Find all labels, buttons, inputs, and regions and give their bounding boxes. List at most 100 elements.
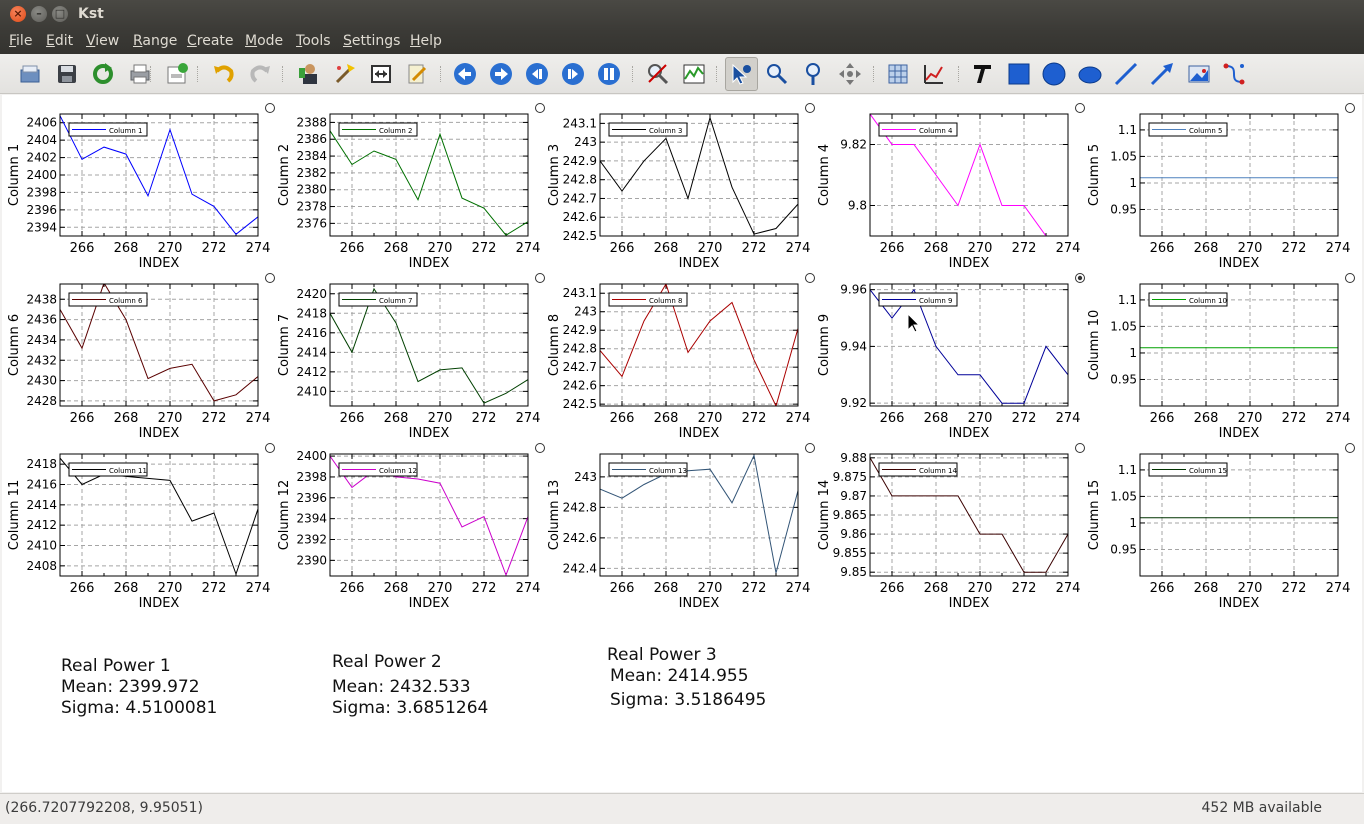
plot-9[interactable]: 266 268 270 272 274 9.92 9.94 9.96 INDEX Column 9… bbox=[817, 273, 1085, 442]
menu-help[interactable]: Help bbox=[410, 33, 442, 49]
plot-7[interactable]: 266 268 270 272 274 2410 2412 2414 2416 2418 2420 I… bbox=[277, 273, 545, 442]
plot-canvas[interactable]: 266 268 270 272 274 2394 2396 2398 2400 2402 2404 2… bbox=[2, 95, 1362, 792]
picture-icon[interactable] bbox=[1187, 62, 1211, 86]
plot-4[interactable]: 266 268 270 272 274 9.8 9.82 INDEX Column 4 Colum… bbox=[817, 103, 1085, 272]
print-icon[interactable] bbox=[128, 62, 152, 86]
circle-icon[interactable] bbox=[1042, 62, 1066, 86]
zoom-reset-icon[interactable] bbox=[646, 62, 670, 86]
plot-select-radio[interactable] bbox=[535, 273, 545, 283]
undo-icon[interactable] bbox=[212, 62, 236, 86]
data-wizard-icon[interactable] bbox=[333, 62, 357, 86]
legend[interactable]: Column 1 bbox=[68, 122, 148, 137]
plot-15[interactable]: 266 268 270 272 274 0.95 1 1.05 1.1 INDEX Column 1… bbox=[1087, 443, 1355, 612]
plot-select-radio[interactable] bbox=[805, 103, 815, 113]
legend[interactable]: Column 6 bbox=[68, 292, 148, 307]
legend[interactable]: Column 2 bbox=[338, 122, 418, 137]
maximize-window-button[interactable]: □ bbox=[52, 6, 68, 22]
plot-select-radio[interactable] bbox=[805, 273, 815, 283]
legend[interactable]: Column 3 bbox=[608, 122, 688, 137]
legend[interactable]: Column 11 bbox=[68, 462, 148, 477]
zoom-fit-icon[interactable] bbox=[682, 62, 706, 86]
box-icon[interactable] bbox=[1007, 62, 1031, 86]
menu-edit[interactable]: Edit bbox=[46, 33, 73, 49]
plot-select-radio[interactable] bbox=[1075, 443, 1085, 453]
zoom-y-icon[interactable] bbox=[801, 62, 825, 86]
plot-select-radio[interactable] bbox=[1345, 103, 1355, 113]
reload-icon[interactable] bbox=[91, 62, 115, 86]
plot-select-radio[interactable] bbox=[1345, 443, 1355, 453]
curve-icon[interactable] bbox=[922, 62, 946, 86]
open-icon[interactable] bbox=[18, 62, 42, 86]
x-tick-label: 274 bbox=[1326, 581, 1351, 596]
layout-mode-icon[interactable] bbox=[729, 62, 753, 86]
plot-10[interactable]: 266 268 270 272 274 0.95 1 1.05 1.1 INDEX Column 1… bbox=[1087, 273, 1355, 442]
move-icon[interactable] bbox=[838, 62, 862, 86]
menu-settings[interactable]: Settings bbox=[343, 33, 400, 49]
menu-view[interactable]: View bbox=[86, 33, 119, 49]
minimize-window-button[interactable]: – bbox=[31, 6, 47, 22]
zoom-x-icon[interactable] bbox=[765, 62, 789, 86]
change-file-icon[interactable] bbox=[369, 62, 393, 86]
plot-select-radio[interactable] bbox=[805, 443, 815, 453]
legend[interactable]: Column 9 bbox=[878, 292, 958, 307]
legend[interactable]: Column 15 bbox=[1148, 462, 1228, 477]
plot-3[interactable]: 266 268 270 272 274 242.5 242.6 242.7 242.8 242.9… bbox=[547, 103, 815, 272]
data-manager-icon[interactable] bbox=[297, 62, 321, 86]
legend[interactable]: Column 4 bbox=[878, 122, 958, 137]
text-icon[interactable] bbox=[970, 62, 994, 86]
back-full-icon[interactable] bbox=[525, 62, 549, 86]
stat-box-2[interactable]: Real Power 2 Mean: 2432.533 Sigma: 3.685… bbox=[332, 652, 488, 719]
svg-icon[interactable] bbox=[1222, 62, 1246, 86]
edit-icon[interactable] bbox=[405, 62, 429, 86]
plot-12[interactable]: 266 268 270 272 274 2390 2392 2394 2396 2398 2400 I… bbox=[277, 443, 545, 612]
redo-icon[interactable] bbox=[248, 62, 272, 86]
plot-8[interactable]: 266 268 270 272 274 242.5 242.6 242.7 242.8 242.9… bbox=[547, 273, 815, 442]
legend[interactable]: Column 5 bbox=[1148, 122, 1228, 137]
back-icon[interactable] bbox=[453, 62, 477, 86]
plot-select-radio[interactable] bbox=[265, 273, 275, 283]
pause-icon[interactable] bbox=[597, 62, 621, 86]
plot-select-radio[interactable] bbox=[535, 443, 545, 453]
plot-select-radio[interactable] bbox=[265, 103, 275, 113]
stat-box-3[interactable]: Real Power 3 Mean: 2414.955 Sigma: 3.518… bbox=[607, 645, 766, 711]
menu-file[interactable]: File bbox=[9, 33, 32, 49]
y-tick-label: 2384 bbox=[296, 149, 327, 163]
menu-tools[interactable]: Tools bbox=[296, 33, 331, 49]
plot-13[interactable]: 266 268 270 272 274 242.4 242.6 242.8 243 INDEX Co… bbox=[547, 443, 815, 612]
close-window-button[interactable]: × bbox=[10, 6, 26, 22]
ellipse-icon[interactable] bbox=[1078, 62, 1102, 86]
forward-icon[interactable] bbox=[489, 62, 513, 86]
plot-1[interactable]: 266 268 270 272 274 2394 2396 2398 2400 2402 2404 2… bbox=[7, 103, 275, 272]
arrow-icon[interactable] bbox=[1150, 62, 1174, 86]
x-tick-label: 270 bbox=[158, 241, 183, 256]
menu-label: ile bbox=[16, 33, 33, 49]
plot-select-radio[interactable] bbox=[265, 443, 275, 453]
legend[interactable]: Column 14 bbox=[878, 462, 958, 477]
legend[interactable]: Column 12 bbox=[338, 462, 418, 477]
plot-11[interactable]: 266 268 270 272 274 2408 2410 2412 2414 2416 2418 I… bbox=[7, 443, 275, 612]
plot-14[interactable]: 266 268 270 272 274 9.85 9.855 9.86 9.865 9.87 9.8… bbox=[817, 443, 1085, 612]
line-icon[interactable] bbox=[1114, 62, 1138, 86]
plot-2[interactable]: 266 268 270 272 274 2376 2378 2380 2382 2384 2386 2… bbox=[277, 103, 545, 272]
x-tick-label: 266 bbox=[1150, 411, 1175, 426]
menu-range[interactable]: Range bbox=[133, 33, 177, 49]
legend[interactable]: Column 10 bbox=[1148, 292, 1228, 307]
menu-create[interactable]: Create bbox=[187, 33, 234, 49]
legend[interactable]: Column 8 bbox=[608, 292, 688, 307]
save-icon[interactable] bbox=[55, 62, 79, 86]
legend[interactable]: Column 13 bbox=[608, 462, 688, 477]
plot-5[interactable]: 266 268 270 272 274 0.95 1 1.05 1.1 INDEX Column 5… bbox=[1087, 103, 1355, 272]
stat-box-1[interactable]: Real Power 1 Mean: 2399.972 Sigma: 4.510… bbox=[61, 656, 217, 719]
menu-mode[interactable]: Mode bbox=[245, 33, 283, 49]
forward-full-icon[interactable] bbox=[561, 62, 585, 86]
plot-select-radio[interactable] bbox=[1075, 103, 1085, 113]
x-axis-label: INDEX bbox=[139, 426, 180, 441]
log-icon[interactable] bbox=[165, 62, 189, 86]
plot-select-radio[interactable] bbox=[1345, 273, 1355, 283]
plot-select-radio[interactable] bbox=[535, 103, 545, 113]
plot-6[interactable]: 266 268 270 272 274 2428 2430 2432 2434 2436 2438 I… bbox=[7, 273, 275, 442]
array-icon[interactable] bbox=[886, 62, 910, 86]
legend[interactable]: Column 7 bbox=[338, 292, 418, 307]
x-tick-label: 274 bbox=[786, 581, 811, 596]
y-tick-label: 242.7 bbox=[563, 191, 597, 205]
